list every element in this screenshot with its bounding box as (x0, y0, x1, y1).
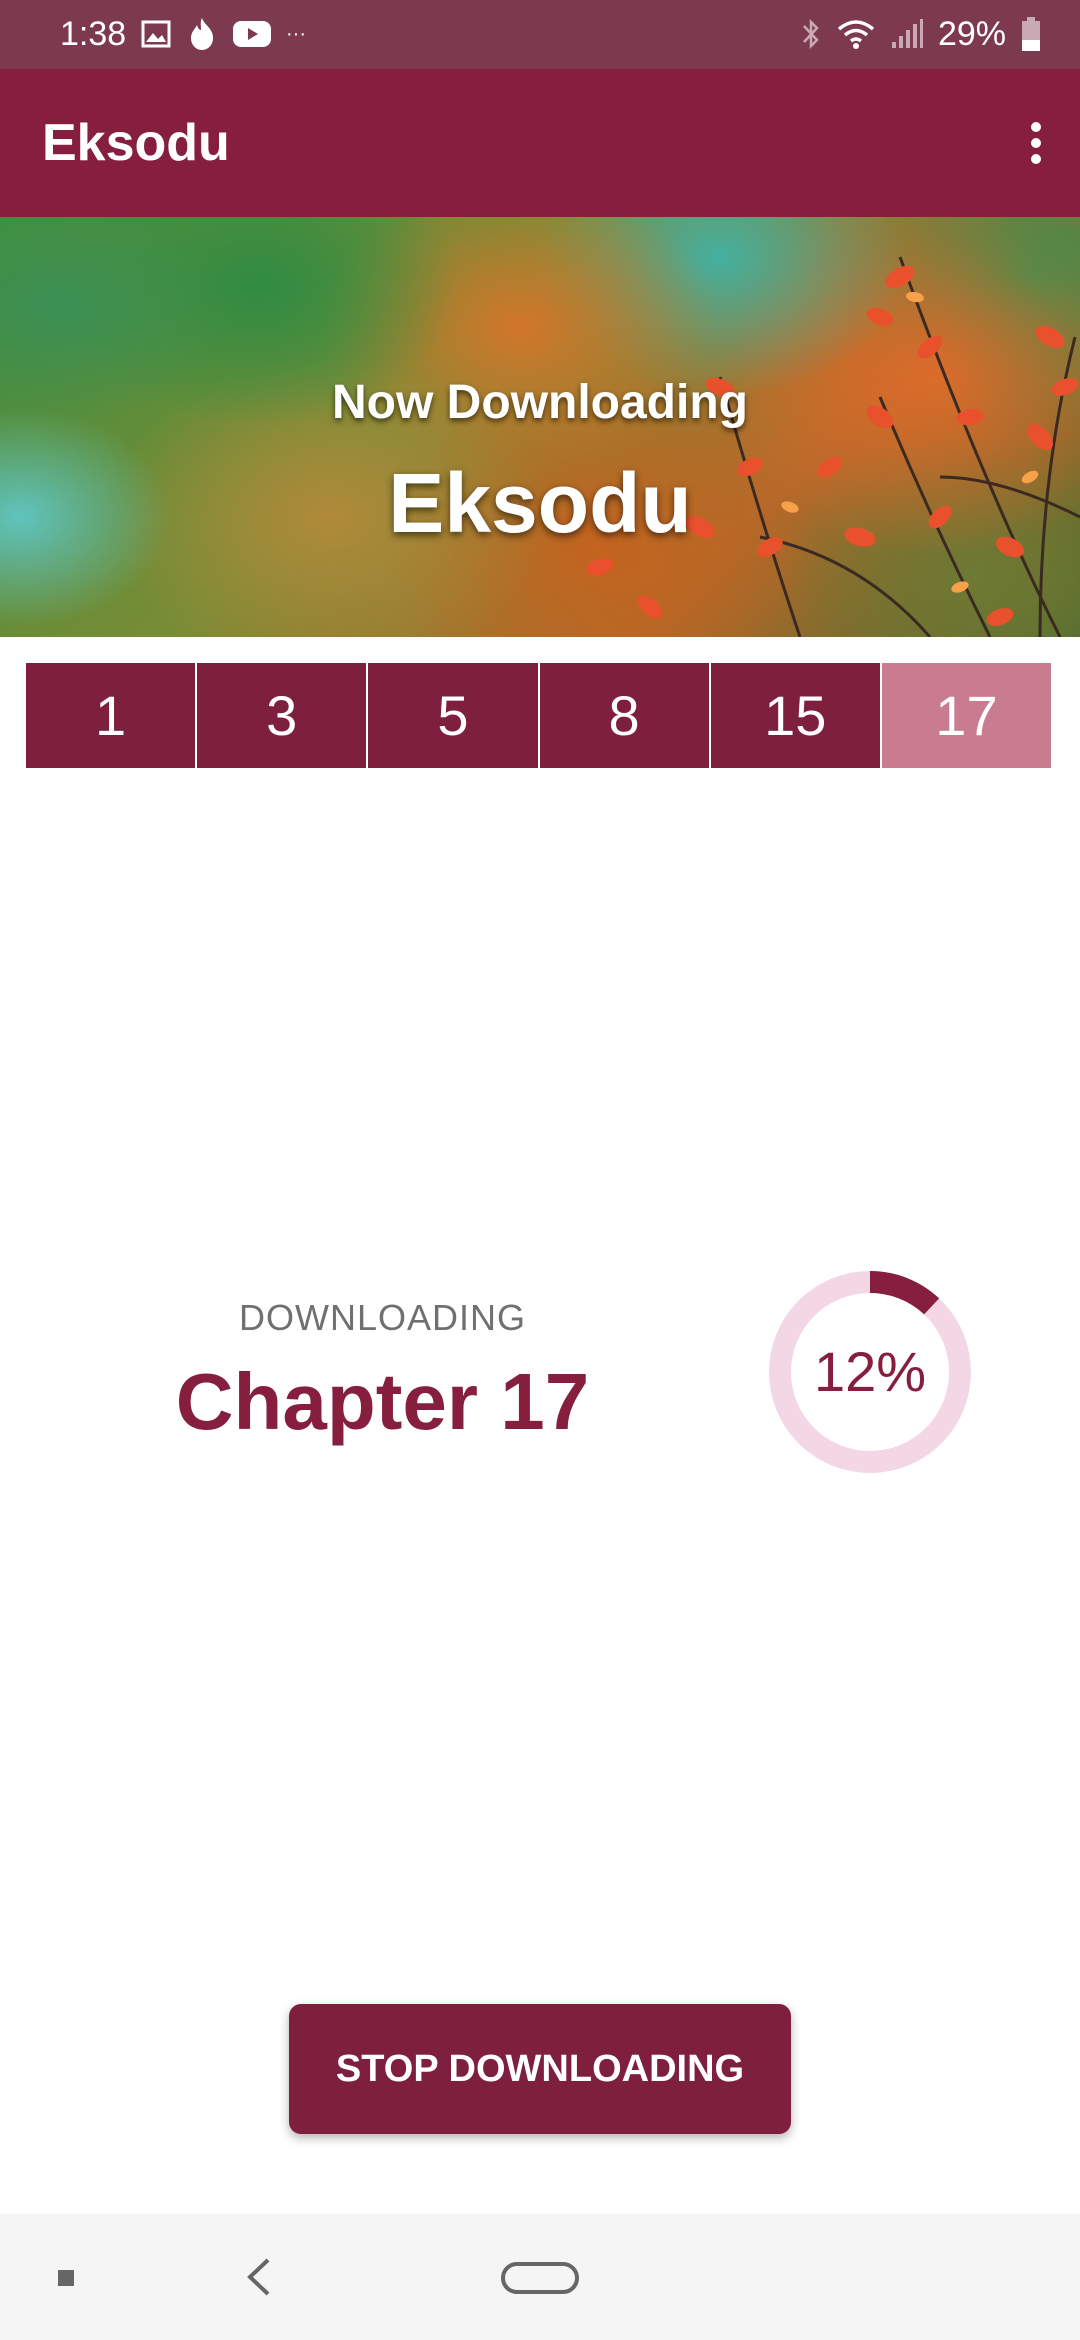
app-title: Eksodu (42, 114, 230, 172)
chapter-tab-8[interactable]: 8 (539, 663, 709, 768)
back-icon[interactable] (234, 2252, 284, 2302)
chapter-tab-17[interactable]: 17 (881, 663, 1052, 768)
nav-bar (0, 2214, 1080, 2340)
status-right: 29% (800, 12, 1042, 56)
signal-icon (891, 19, 923, 48)
download-status-label: DOWNLOADING (238, 1297, 526, 1338)
hero-banner: Now Downloading Eksodu (0, 217, 1080, 637)
wifi-icon (837, 20, 875, 49)
app-bar: Eksodu (0, 69, 1080, 217)
progress-percent: 12% (813, 1340, 927, 1403)
stop-downloading-button[interactable]: STOP DOWNLOADING (289, 2004, 791, 2134)
youtube-icon (233, 21, 271, 47)
battery-percent: 29% (937, 15, 1006, 53)
chapter-tab-1[interactable]: 1 (26, 663, 196, 768)
chapter-tabs: 1 3 5 8 15 17 (26, 663, 1052, 768)
status-bar: 1:38 ··· 29% (0, 0, 1080, 69)
flame-icon (191, 18, 213, 50)
recent-apps-icon[interactable] (58, 2270, 74, 2286)
battery-icon (1022, 17, 1040, 51)
image-icon (141, 20, 171, 48)
home-icon[interactable] (501, 2262, 579, 2294)
more-notifications-icon: ··· (286, 23, 306, 45)
hero-subtitle: Now Downloading (332, 376, 748, 429)
notification-icons: ··· (140, 14, 306, 54)
bluetooth-icon (803, 18, 819, 50)
hero-title: Eksodu (388, 456, 692, 550)
more-options-button[interactable] (1006, 113, 1066, 173)
chapter-tab-5[interactable]: 5 (368, 663, 538, 768)
status-time: 1:38 (60, 15, 127, 53)
more-vert-icon (1031, 122, 1041, 164)
chapter-tab-3[interactable]: 3 (197, 663, 367, 768)
chapter-tab-15[interactable]: 15 (710, 663, 880, 768)
download-chapter: Chapter 17 (175, 1357, 590, 1446)
